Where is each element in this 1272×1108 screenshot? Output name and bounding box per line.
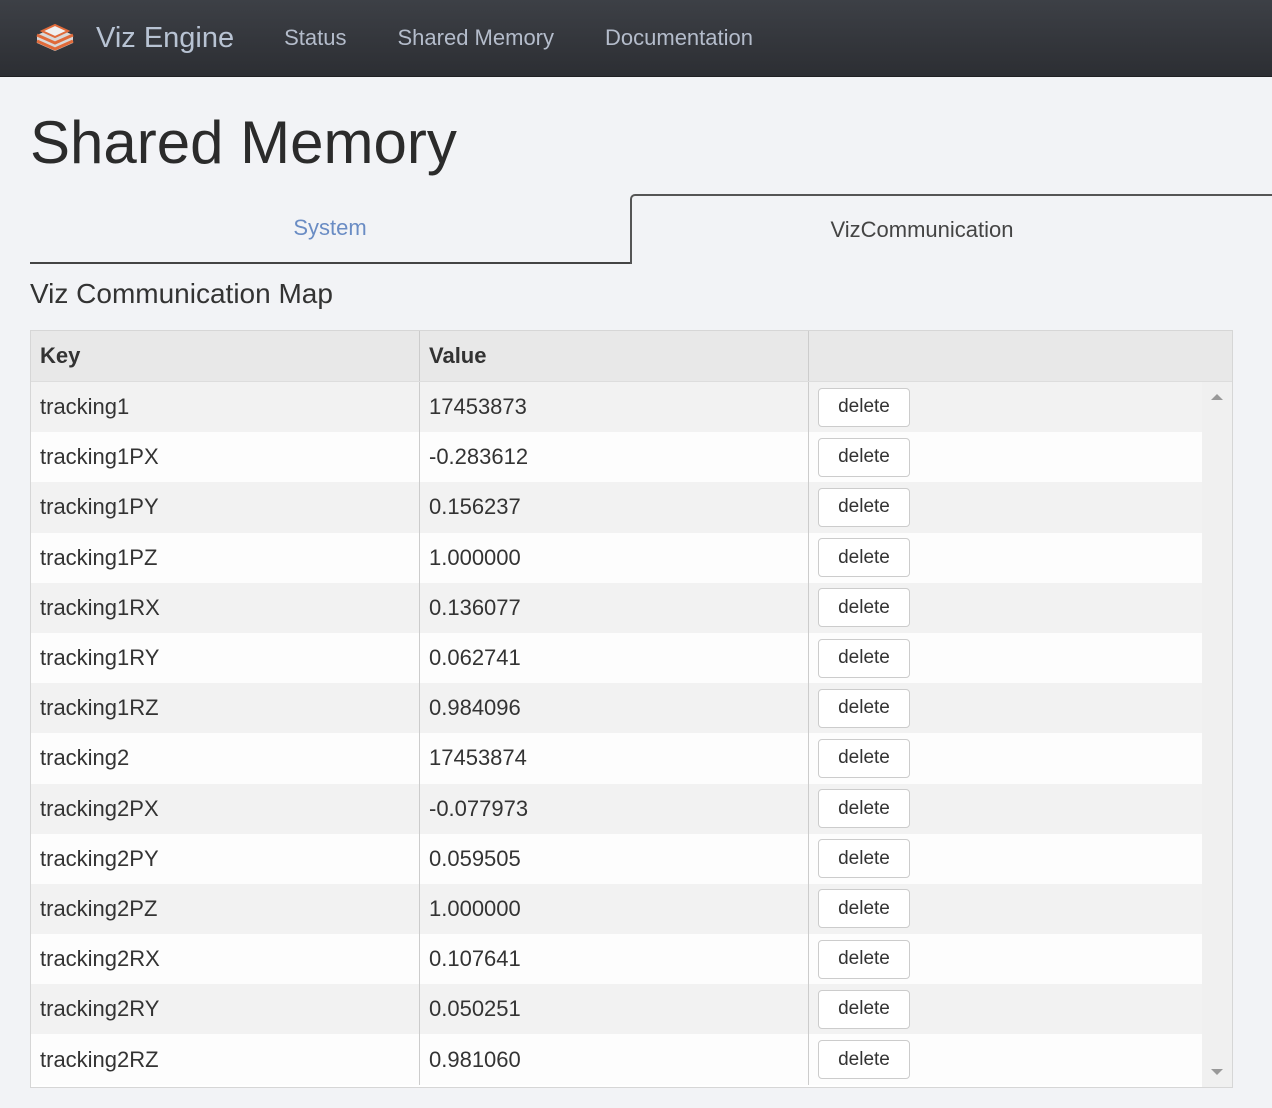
table-row: tracking1RX 0.136077 delete xyxy=(31,582,1203,633)
delete-button[interactable]: delete xyxy=(818,638,910,678)
nav-status[interactable]: Status xyxy=(284,25,346,51)
delete-button[interactable]: delete xyxy=(818,839,910,879)
tab-vizcommunication[interactable]: VizCommunication xyxy=(630,194,1272,264)
brand[interactable]: Viz Engine xyxy=(0,0,284,76)
cell-action: delete xyxy=(809,633,1203,683)
delete-button[interactable]: delete xyxy=(818,688,910,728)
delete-button[interactable]: delete xyxy=(818,989,910,1029)
table-row: tracking2RY 0.050251 delete xyxy=(31,984,1203,1035)
cell-key: tracking2 xyxy=(31,733,420,784)
delete-button[interactable]: delete xyxy=(818,437,910,477)
cell-key: tracking1PY xyxy=(31,482,420,533)
cell-value: 1.000000 xyxy=(420,532,809,583)
cell-key: tracking1RY xyxy=(31,632,420,684)
tab-system[interactable]: System xyxy=(30,194,630,264)
cell-action: delete xyxy=(809,482,1203,532)
table-header: Key Value xyxy=(31,331,1232,382)
table-body: tracking1 17453873 delete tracking1PX -0.283… xyxy=(31,382,1232,1087)
viz-communication-table: Key Value tracking1 17453873 delete trackin… xyxy=(30,330,1233,1088)
scroll-up-arrow-icon[interactable] xyxy=(1211,394,1223,400)
cell-value: 0.136077 xyxy=(420,582,809,633)
cell-value: -0.283612 xyxy=(420,432,809,483)
cell-action: delete xyxy=(809,934,1203,984)
cell-value: 0.984096 xyxy=(420,683,809,734)
cell-action: delete xyxy=(809,683,1203,733)
cell-key: tracking2RZ xyxy=(31,1034,420,1085)
cell-key: tracking1RX xyxy=(31,582,420,633)
cell-action: delete xyxy=(809,984,1203,1034)
cell-value: 0.156237 xyxy=(420,482,809,533)
table-rows: tracking1 17453873 delete tracking1PX -0.283… xyxy=(31,382,1203,1085)
cell-key: tracking2RX xyxy=(31,934,420,985)
delete-button[interactable]: delete xyxy=(818,588,910,628)
cell-action: delete xyxy=(809,733,1203,783)
cell-action: delete xyxy=(809,884,1203,934)
navbar: Viz Engine Status Shared Memory Document… xyxy=(0,0,1272,77)
cell-action: delete xyxy=(809,784,1203,834)
table-row: tracking1PY 0.156237 delete xyxy=(31,482,1203,533)
cell-key: tracking2PX xyxy=(31,783,420,834)
cell-key: tracking1 xyxy=(31,382,420,433)
table-row: tracking1PX -0.283612 delete xyxy=(31,432,1203,483)
cell-action: delete xyxy=(809,834,1203,884)
cell-value: 0.059505 xyxy=(420,833,809,884)
scroll-down-arrow-icon[interactable] xyxy=(1211,1069,1223,1075)
table-row: tracking1 17453873 delete xyxy=(31,382,1203,433)
delete-button[interactable]: delete xyxy=(818,487,910,527)
header-value: Value xyxy=(420,331,809,381)
delete-button[interactable]: delete xyxy=(818,889,910,929)
table-row: tracking2 17453874 delete xyxy=(31,733,1203,784)
cell-value: 17453873 xyxy=(420,382,809,433)
delete-button[interactable]: delete xyxy=(818,538,910,578)
delete-button[interactable]: delete xyxy=(818,1040,910,1080)
cell-value: 1.000000 xyxy=(420,883,809,935)
cell-key: tracking1RZ xyxy=(31,683,420,734)
delete-button[interactable]: delete xyxy=(818,939,910,979)
cell-value: 0.107641 xyxy=(420,934,809,985)
nav-shared-memory[interactable]: Shared Memory xyxy=(398,25,555,51)
cell-key: tracking1PZ xyxy=(31,532,420,583)
cell-action: delete xyxy=(809,382,1203,432)
table-row: tracking1RY 0.062741 delete xyxy=(31,632,1203,684)
cell-key: tracking2RY xyxy=(31,984,420,1035)
cell-value: 0.050251 xyxy=(420,984,809,1035)
table-row: tracking1RZ 0.984096 delete xyxy=(31,683,1203,734)
stacked-layers-logo-icon xyxy=(36,23,74,51)
cell-key: tracking2PZ xyxy=(31,883,420,935)
table-row: tracking2RX 0.107641 delete xyxy=(31,934,1203,985)
section-title: Viz Communication Map xyxy=(30,278,333,309)
header-action xyxy=(809,331,1232,381)
table-row: tracking1PZ 1.000000 delete xyxy=(31,532,1203,583)
cell-action: delete xyxy=(809,533,1203,583)
delete-button[interactable]: delete xyxy=(818,387,910,427)
cell-value: -0.077973 xyxy=(420,783,809,834)
nav-documentation[interactable]: Documentation xyxy=(605,25,753,51)
cell-action: delete xyxy=(809,1034,1203,1084)
table-row: tracking2PY 0.059505 delete xyxy=(31,833,1203,884)
cell-key: tracking2PY xyxy=(31,833,420,884)
tab-bar: System VizCommunication xyxy=(30,194,1272,265)
cell-action: delete xyxy=(809,432,1203,482)
brand-name: Viz Engine xyxy=(96,21,235,54)
cell-value: 0.062741 xyxy=(420,632,809,684)
scrollbar[interactable] xyxy=(1202,382,1232,1087)
table-row: tracking2PX -0.077973 delete xyxy=(31,783,1203,834)
table-row: tracking2PZ 1.000000 delete xyxy=(31,883,1203,935)
cell-action: delete xyxy=(809,583,1203,633)
header-key: Key xyxy=(31,331,420,381)
page-title: Shared Memory xyxy=(30,109,457,176)
table-row: tracking2RZ 0.981060 delete xyxy=(31,1034,1203,1085)
cell-key: tracking1PX xyxy=(31,432,420,483)
cell-value: 0.981060 xyxy=(420,1034,809,1085)
delete-button[interactable]: delete xyxy=(818,789,910,829)
cell-value: 17453874 xyxy=(420,733,809,784)
delete-button[interactable]: delete xyxy=(818,738,910,778)
